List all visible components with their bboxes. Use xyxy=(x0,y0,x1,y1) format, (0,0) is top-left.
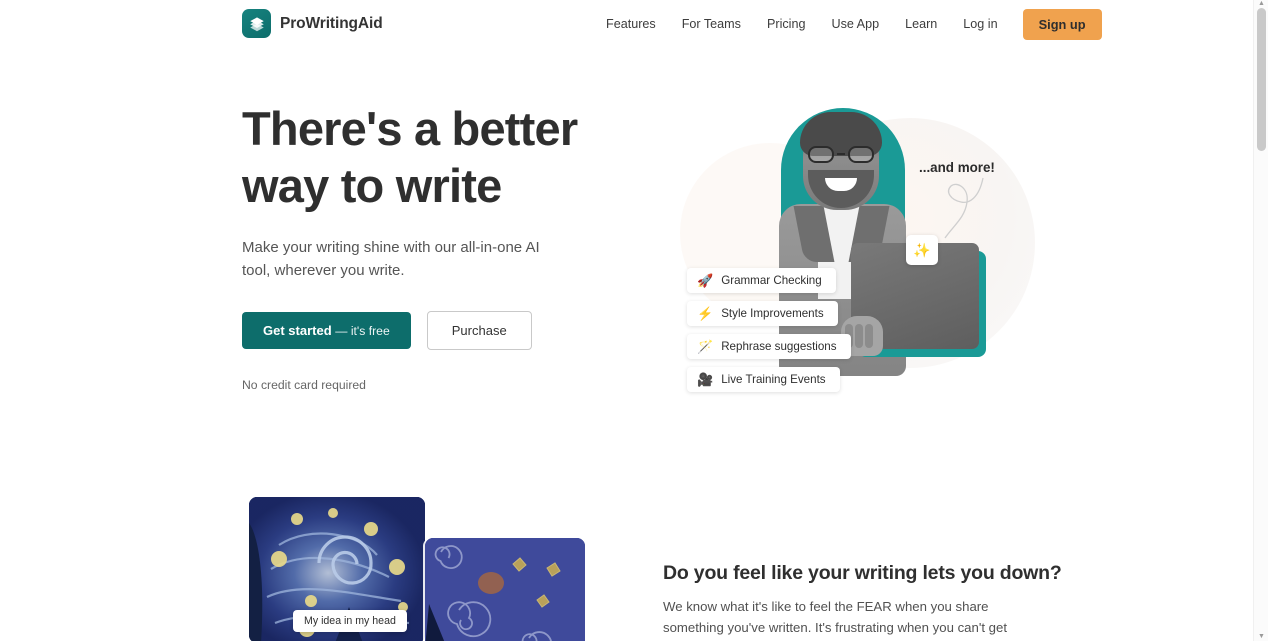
feature-chip-label: Style Improvements xyxy=(721,307,824,320)
feature-chip-grammar-checking[interactable]: 🚀 Grammar Checking xyxy=(687,268,836,293)
hero-illustration: 🚀 Grammar Checking ⚡ Style Improvements … xyxy=(655,88,1035,428)
scroll-up-arrow-icon[interactable]: ▲ xyxy=(1257,0,1266,8)
feature-chip-live-training-events[interactable]: 🎥 Live Training Events xyxy=(687,367,840,392)
feature-chip-label: Rephrase suggestions xyxy=(721,340,837,353)
feature-chip-label: Grammar Checking xyxy=(721,274,822,287)
page-scrollbar[interactable]: ▲ ▼ xyxy=(1253,0,1268,641)
lower-section-body: We know what it's like to feel the FEAR … xyxy=(663,599,1008,641)
sparkle-card: ✨ xyxy=(906,235,938,265)
sparkle-icon: ✨ xyxy=(913,241,931,258)
nav-link-learn[interactable]: Learn xyxy=(892,0,950,48)
page-viewport: ProWritingAid Features For Teams Pricing… xyxy=(0,0,1253,641)
page-root: ProWritingAid Features For Teams Pricing… xyxy=(0,0,1268,641)
get-started-sublabel: — it's free xyxy=(335,324,390,338)
nav-link-pricing[interactable]: Pricing xyxy=(754,0,819,48)
get-started-button[interactable]: Get started — it's free xyxy=(242,312,411,349)
hero-cta-group: Get started — it's free Purchase xyxy=(242,311,642,350)
purchase-button[interactable]: Purchase xyxy=(426,311,532,350)
feature-chip-list: 🚀 Grammar Checking ⚡ Style Improvements … xyxy=(687,268,857,400)
hero-section: There's a better way to write Make your … xyxy=(0,48,1253,468)
scrollbar-thumb[interactable] xyxy=(1257,8,1266,151)
and-more-label: ...and more! xyxy=(919,160,995,175)
no-credit-card-note: No credit card required xyxy=(242,378,366,392)
brand-logo[interactable]: ProWritingAid xyxy=(242,9,383,38)
get-started-label: Get started xyxy=(263,323,332,338)
lower-copy: Do you feel like your writing lets you d… xyxy=(663,562,1073,641)
feature-chip-rephrase-suggestions[interactable]: 🪄 Rephrase suggestions xyxy=(687,334,851,359)
nav-link-for-teams[interactable]: For Teams xyxy=(669,0,754,48)
glasses-icon xyxy=(808,146,874,163)
crude-drawing-image xyxy=(425,538,585,641)
main-nav: Features For Teams Pricing Use App Learn… xyxy=(595,0,1102,48)
stacked-books-icon xyxy=(242,9,271,38)
scroll-down-arrow-icon[interactable]: ▼ xyxy=(1257,633,1266,641)
hero-subtitle: Make your writing shine with our all-in-… xyxy=(242,239,540,279)
feature-chip-style-improvements[interactable]: ⚡ Style Improvements xyxy=(687,301,838,326)
lower-section: My idea in my head Do you feel like your… xyxy=(0,468,1253,641)
video-camera-icon: 🎥 xyxy=(697,372,714,387)
page-title: There's a better way to write xyxy=(242,102,578,212)
nav-link-use-app[interactable]: Use App xyxy=(818,0,892,48)
rocket-icon: 🚀 xyxy=(697,273,714,288)
nav-link-log-in[interactable]: Log in xyxy=(950,0,1010,48)
lower-section-title: Do you feel like your writing lets you d… xyxy=(663,562,1062,584)
idea-label-pill: My idea in my head xyxy=(293,610,407,632)
feature-chip-label: Live Training Events xyxy=(721,373,826,386)
brand-name: ProWritingAid xyxy=(280,14,383,32)
hero-copy: There's a better way to write Make your … xyxy=(242,100,642,392)
sign-up-button[interactable]: Sign up xyxy=(1022,8,1102,40)
site-header: ProWritingAid Features For Teams Pricing… xyxy=(0,0,1253,48)
nav-link-features[interactable]: Features xyxy=(595,0,669,48)
magic-wand-icon: 🪄 xyxy=(697,339,714,354)
lightning-icon: ⚡ xyxy=(697,306,714,321)
